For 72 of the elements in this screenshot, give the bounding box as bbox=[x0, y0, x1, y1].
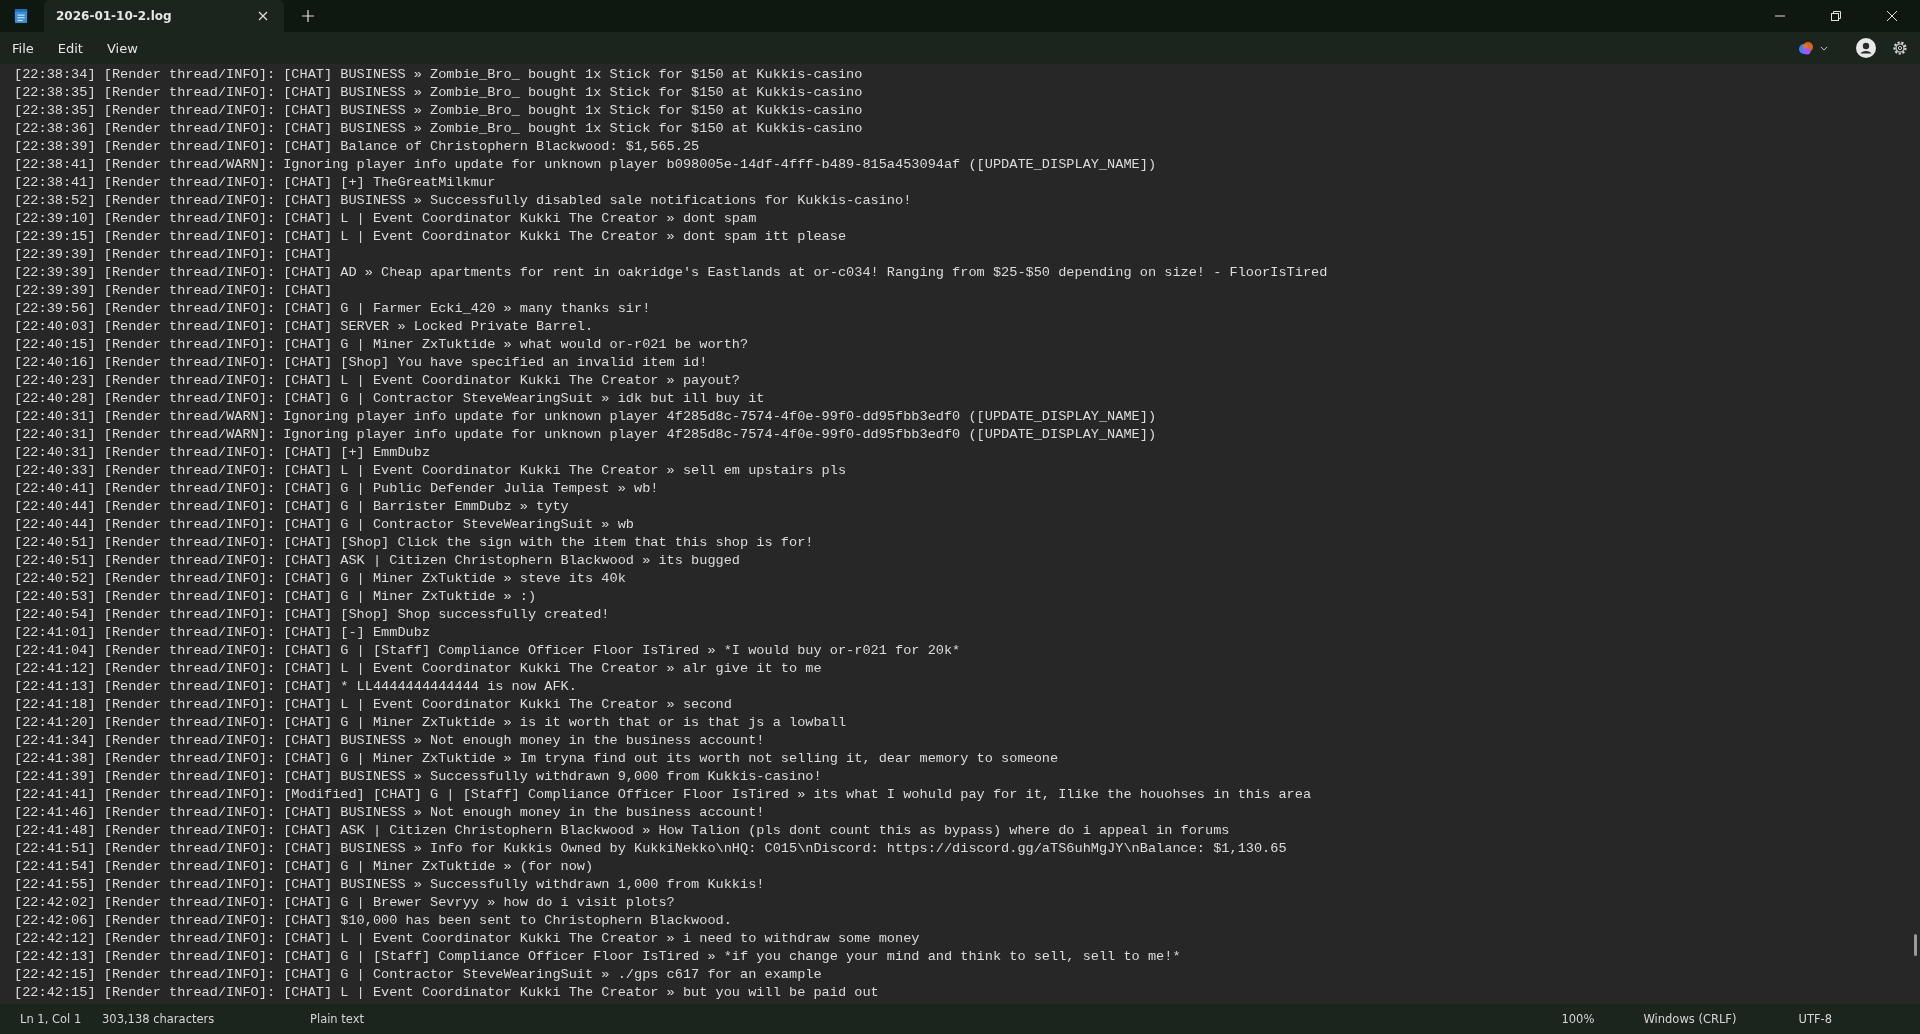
log-line: [22:41:46] [Render thread/INFO]: [CHAT] BUSINESS » Not enough money in the business account! bbox=[14, 804, 765, 822]
log-line: [22:41:01] [Render thread/INFO]: [CHAT] [-] EmmDubz bbox=[14, 624, 431, 642]
log-line: [22:42:15] [Render thread/INFO]: [CHAT] G | Contractor SteveWearingSuit » ./gps c617 for an example bbox=[14, 966, 822, 984]
zoom-level: 100% bbox=[1561, 1012, 1596, 1026]
restore-icon[interactable] bbox=[1831, 11, 1841, 21]
log-line: [22:40:28] [Render thread/INFO]: [CHAT] G | Contractor SteveWearingSuit » idk but ill buy it bbox=[14, 390, 765, 408]
menu-item[interactable]: View bbox=[97, 36, 147, 60]
log-line: [22:41:18] [Render thread/INFO]: [CHAT] L | Event Coordinator Kukki The Creator » second bbox=[14, 696, 732, 714]
log-line: [22:40:23] [Render thread/INFO]: [CHAT] L | Event Coordinator Kukki The Creator » payout? bbox=[14, 372, 741, 390]
scrollbar-thumb[interactable] bbox=[1914, 934, 1917, 956]
log-line: [22:41:12] [Render thread/INFO]: [CHAT] L | Event Coordinator Kukki The Creator » alr give it to me bbox=[14, 660, 822, 678]
log-line: [22:39:39] [Render thread/INFO]: [CHAT] AD » Cheap apartments for rent in oakridge's Eastlands at or-c034! Ranging from $25-$50 depending on size! - FloorIsTired bbox=[14, 264, 1328, 282]
log-line: [22:38:34] [Render thread/INFO]: [CHAT] BUSINESS » Zombie_Bro_ bought 1x Stick for $150 at Kukkis-casino bbox=[14, 66, 863, 84]
log-line: [22:42:13] [Render thread/INFO]: [CHAT] G | [Staff] Compliance Officer Floor IsTired » *if you change your mind and think to sell, sell to me!* bbox=[14, 948, 1181, 966]
log-line: [22:40:51] [Render thread/INFO]: [CHAT] ASK | Citizen Christophern Blackwood » its bugged bbox=[14, 552, 741, 570]
log-line: [22:42:15] [Render thread/INFO]: [CHAT] L | Event Coordinator Kukki The Creator » but you will be paid out bbox=[14, 984, 879, 1002]
log-line: [22:41:51] [Render thread/INFO]: [CHAT] BUSINESS » Info for Kukkis Owned by KukkiNekko\nHQ: C015\nDiscord: https://discord.gg/aTS6uhMgJY\nBalance: $1,130.65 bbox=[14, 840, 1287, 858]
log-line: [22:40:15] [Render thread/INFO]: [CHAT] G | Miner ZxTuktide » what would or-r021 be worth? bbox=[14, 336, 749, 354]
log-line: [22:40:31] [Render thread/WARN]: Ignoring player info update for unknown player 4f285d8c-7574-4f0e-99f0-dd95fbb3edf0 ([UPDATE_DISPLAY_NAME]) bbox=[14, 408, 1157, 426]
log-line: [22:41:41] [Render thread/INFO]: [Modified] [CHAT] G | [Staff] Compliance Officer Floor IsTired » its what I wohuld pay for it, Ilike the houohses in this area bbox=[14, 786, 1312, 804]
log-line: [22:40:44] [Render thread/INFO]: [CHAT] G | Contractor SteveWearingSuit » wb bbox=[14, 516, 634, 534]
log-line: [22:38:39] [Render thread/INFO]: [CHAT] Balance of Christophern Blackwood: $1,565.25 bbox=[14, 138, 700, 156]
encoding: UTF-8 bbox=[1798, 1012, 1832, 1026]
log-line: [22:42:06] [Render thread/INFO]: [CHAT] $10,000 has been sent to Christophern Blackwood. bbox=[14, 912, 732, 930]
log-line: [22:38:35] [Render thread/INFO]: [CHAT] BUSINESS » Zombie_Bro_ bought 1x Stick for $150 at Kukkis-casino bbox=[14, 84, 863, 102]
caret-icon[interactable] bbox=[1820, 45, 1828, 51]
log-line: [22:39:15] [Render thread/INFO]: [CHAT] L | Event Coordinator Kukki The Creator » dont spam itt please bbox=[14, 228, 847, 246]
copilot-icon[interactable] bbox=[1798, 40, 1814, 56]
log-line: [22:39:39] [Render thread/INFO]: [CHAT] bbox=[14, 282, 333, 300]
close-icon[interactable] bbox=[1887, 11, 1897, 21]
log-line: [22:41:04] [Render thread/INFO]: [CHAT] G | [Staff] Compliance Officer Floor IsTired » *I would buy or-r021 for 20k* bbox=[14, 642, 961, 660]
log-line: [22:42:12] [Render thread/INFO]: [CHAT] L | Event Coordinator Kukki The Creator » i need to withdraw some money bbox=[14, 930, 920, 948]
settings-icon[interactable] bbox=[1892, 40, 1908, 56]
log-line: [22:39:39] [Render thread/INFO]: [CHAT] bbox=[14, 246, 333, 264]
log-line: [22:40:52] [Render thread/INFO]: [CHAT] G | Miner ZxTuktide » steve its 40k bbox=[14, 570, 626, 588]
menu-item[interactable]: Edit bbox=[48, 36, 92, 60]
log-line: [22:41:20] [Render thread/INFO]: [CHAT] G | Miner ZxTuktide » is it worth that or is that js a lowball bbox=[14, 714, 847, 732]
log-line: [22:38:52] [Render thread/INFO]: [CHAT] BUSINESS » Successfully disabled sale notifications for Kukkis-casino! bbox=[14, 192, 912, 210]
menu-item[interactable]: File bbox=[3, 36, 43, 60]
log-line: [22:40:31] [Render thread/WARN]: Ignoring player info update for unknown player 4f285d8c-7574-4f0e-99f0-dd95fbb3edf0 ([UPDATE_DISPLAY_NAME]) bbox=[14, 426, 1157, 444]
log-line: [22:41:38] [Render thread/INFO]: [CHAT] G | Miner ZxTuktide » Im tryna find out its worth not selling it, dear memory to someone bbox=[14, 750, 1059, 768]
log-line: [22:40:03] [Render thread/INFO]: [CHAT] SERVER » Locked Private Barrel. bbox=[14, 318, 594, 336]
log-line: [22:40:16] [Render thread/INFO]: [CHAT] [Shop] You have specified an invalid item id! bbox=[14, 354, 708, 372]
log-line: [22:39:56] [Render thread/INFO]: [CHAT] G | Farmer Ecki_420 » many thanks sir! bbox=[14, 300, 651, 318]
log-line: [22:38:41] [Render thread/WARN]: Ignoring player info update for unknown player b098005e-14df-4fff-b489-815a453094af ([UPDATE_DISPLAY_NAME]) bbox=[14, 156, 1157, 174]
log-line: [22:41:13] [Render thread/INFO]: [CHAT] * LL4444444444444 is now AFK. bbox=[14, 678, 577, 696]
log-line: [22:40:53] [Render thread/INFO]: [CHAT] G | Miner ZxTuktide » :) bbox=[14, 588, 537, 606]
log-line: [22:40:51] [Render thread/INFO]: [CHAT] [Shop] Click the sign with the item that this shop is for! bbox=[14, 534, 814, 552]
log-line: [22:41:34] [Render thread/INFO]: [CHAT] BUSINESS » Not enough money in the business account! bbox=[14, 732, 765, 750]
log-line: [22:41:54] [Render thread/INFO]: [CHAT] G | Miner ZxTuktide » (for now) bbox=[14, 858, 594, 876]
log-line: [22:38:35] [Render thread/INFO]: [CHAT] BUSINESS » Zombie_Bro_ bought 1x Stick for $150 at Kukkis-casino bbox=[14, 102, 863, 120]
log-line: [22:41:48] [Render thread/INFO]: [CHAT] ASK | Citizen Christophern Blackwood » How Talion (pls dont count this as bypass) where do i appeal in forums bbox=[14, 822, 1230, 840]
log-line: [22:40:31] [Render thread/INFO]: [CHAT] [+] EmmDubz bbox=[14, 444, 431, 462]
log-line: [22:42:02] [Render thread/INFO]: [CHAT] G | Brewer Sevryy » how do i visit plots? bbox=[14, 894, 675, 912]
log-line: [22:40:33] [Render thread/INFO]: [CHAT] L | Event Coordinator Kukki The Creator » sell em upstairs pls bbox=[14, 462, 847, 480]
log-line: [22:40:41] [Render thread/INFO]: [CHAT] G | Public Defender Julia Tempest » wb! bbox=[14, 480, 659, 498]
account-icon[interactable] bbox=[1856, 38, 1876, 58]
character-count: 303,138 characters bbox=[102, 1012, 216, 1026]
notepad-icon bbox=[14, 8, 28, 24]
line-ending: Windows (CRLF) bbox=[1643, 1012, 1738, 1026]
log-line: [22:38:36] [Render thread/INFO]: [CHAT] BUSINESS » Zombie_Bro_ bought 1x Stick for $150 at Kukkis-casino bbox=[14, 120, 863, 138]
log-line: [22:38:41] [Render thread/INFO]: [CHAT] [+] TheGreatMilkmur bbox=[14, 174, 496, 192]
plus-icon[interactable] bbox=[302, 10, 314, 22]
close-icon[interactable] bbox=[258, 11, 268, 21]
log-line: [22:40:54] [Render thread/INFO]: [CHAT] [Shop] Shop successfully created! bbox=[14, 606, 610, 624]
log-line: [22:41:39] [Render thread/INFO]: [CHAT] BUSINESS » Successfully withdrawn 9,000 from Kukkis-casino! bbox=[14, 768, 822, 786]
log-line: [22:40:44] [Render thread/INFO]: [CHAT] G | Barrister EmmDubz » tyty bbox=[14, 498, 569, 516]
log-line: [22:39:10] [Render thread/INFO]: [CHAT] L | Event Coordinator Kukki The Creator » dont spam bbox=[14, 210, 757, 228]
file-format: Plain text bbox=[310, 1012, 364, 1026]
cursor-position: Ln 1, Col 1 bbox=[20, 1012, 83, 1026]
file-tab[interactable]: 2026-01-10-2.log bbox=[44, 0, 284, 32]
log-line: [22:41:55] [Render thread/INFO]: [CHAT] BUSINESS » Successfully withdrawn 1,000 from Kukkis! bbox=[14, 876, 765, 894]
